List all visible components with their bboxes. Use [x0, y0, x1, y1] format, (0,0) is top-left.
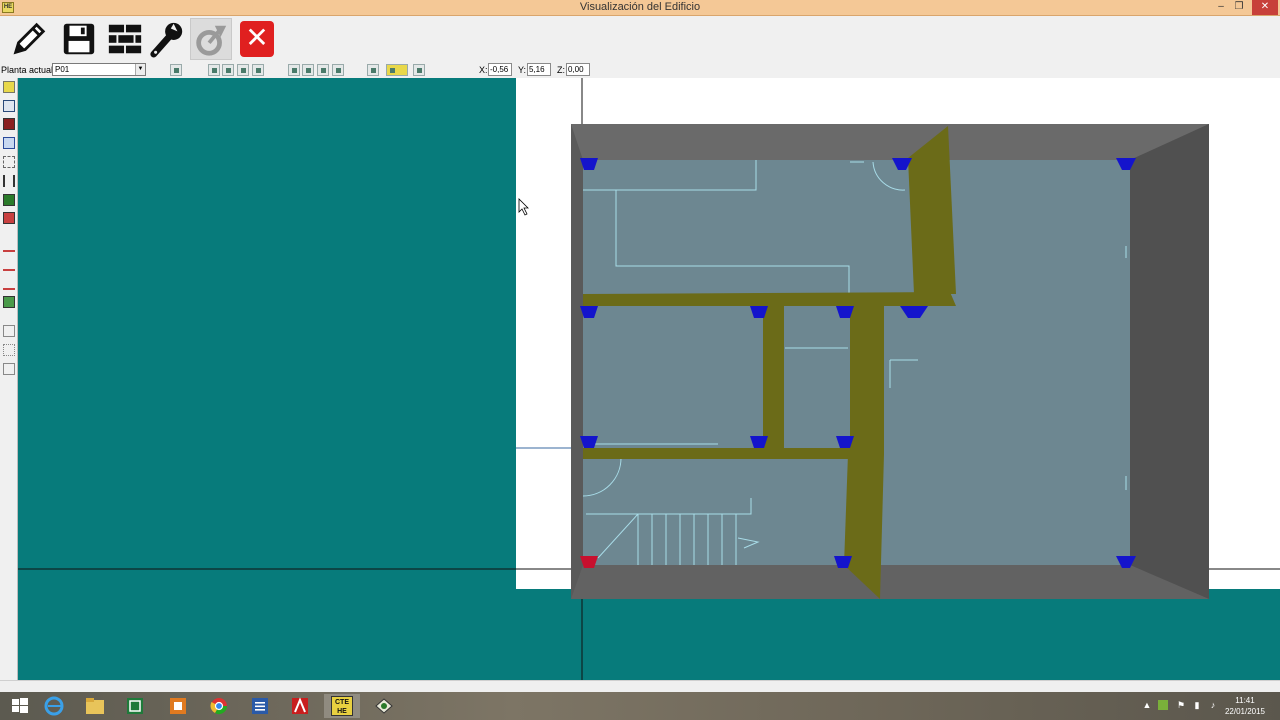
crosshair-icon[interactable]	[413, 64, 425, 76]
tray-volume-icon[interactable]: ♪	[1208, 700, 1218, 710]
tool-app-icon	[375, 698, 393, 714]
save-button[interactable]	[58, 18, 100, 60]
space-tool-icon[interactable]	[3, 212, 15, 224]
y-coord-label: Y:	[518, 65, 527, 75]
x-coord-label: X:	[479, 65, 488, 75]
walls-button[interactable]	[104, 18, 146, 60]
pan-hand-icon[interactable]	[208, 64, 220, 76]
taskbar-app-orange[interactable]	[160, 694, 196, 718]
taskbar-chrome[interactable]	[201, 694, 237, 718]
taskbar-autocad[interactable]	[282, 694, 318, 718]
tools-wrench-icon	[150, 22, 183, 58]
x-coord-field[interactable]: -0,56	[488, 63, 512, 76]
grid-toggle-icon[interactable]	[367, 64, 379, 76]
windows-logo-icon	[12, 698, 28, 713]
taskbar-excel[interactable]	[117, 694, 153, 718]
excel-icon	[127, 698, 143, 714]
internet-explorer-icon	[44, 696, 64, 716]
wall-bottom-face	[571, 565, 1209, 599]
status-bar	[0, 680, 1280, 692]
save-disk-icon	[63, 23, 95, 55]
floor-select[interactable]: P01 ▼	[52, 63, 146, 76]
paint-tool-icon[interactable]	[3, 296, 15, 308]
view-toolbar: Planta actual P01 ▼ X: -0,56 Y: 5,16 Z: …	[0, 62, 1280, 78]
taskbar-app-tool[interactable]	[366, 694, 402, 718]
column-tool-icon[interactable]	[3, 175, 15, 187]
building-viewport[interactable]	[18, 78, 1280, 680]
taskbar-ie[interactable]	[36, 694, 72, 718]
building-model-canvas[interactable]	[18, 78, 1280, 680]
tree-view-icon[interactable]	[170, 64, 182, 76]
os-taskbar: CTE HE ▲ ⚑ ▮ ♪ 11:41 22/01/2015	[0, 692, 1280, 720]
tools-button[interactable]	[146, 18, 188, 60]
chevron-down-icon[interactable]: ▼	[135, 64, 145, 75]
clock-date: 22/01/2015	[1224, 707, 1266, 716]
cte-he-icon: CTE HE	[331, 696, 353, 716]
roof-tool-icon[interactable]	[3, 194, 15, 206]
measure-ruler-icon[interactable]	[386, 64, 408, 76]
main-toolbar: ✕	[0, 16, 1280, 62]
restore-button[interactable]: ❐	[1230, 0, 1248, 15]
door-tool-icon[interactable]	[3, 118, 15, 130]
segment-tool-icon[interactable]	[3, 259, 15, 271]
window-tool-icon[interactable]	[3, 100, 15, 112]
edit-pencil-icon	[13, 22, 46, 55]
calculate-disabled-icon	[196, 25, 227, 56]
wand-tool-icon[interactable]	[3, 156, 15, 168]
y-coord-field[interactable]: 5,16	[527, 63, 551, 76]
select-icon[interactable]	[3, 81, 15, 93]
calculate-button[interactable]	[190, 18, 232, 60]
person-tool-icon[interactable]	[3, 325, 15, 337]
angle-tool-icon[interactable]	[3, 278, 15, 290]
window-title: Visualización del Edificio	[579, 1, 701, 13]
system-clock[interactable]: 11:41 22/01/2015	[1218, 695, 1272, 717]
zoom-window-icon[interactable]	[237, 64, 249, 76]
partition-vertical-left[interactable]	[763, 300, 784, 454]
taskbar-explorer[interactable]	[77, 694, 113, 718]
view-front-icon[interactable]	[288, 64, 300, 76]
tray-battery-icon[interactable]	[1158, 700, 1168, 710]
chrome-icon	[210, 698, 228, 715]
partition-vertical-mid[interactable]	[850, 294, 884, 454]
rotate-tool-icon[interactable]	[3, 344, 15, 356]
taskbar-word[interactable]	[242, 694, 278, 718]
view-top-icon[interactable]	[302, 64, 314, 76]
walls-brick-icon	[108, 24, 142, 54]
word-icon	[252, 698, 268, 714]
zoom-out-icon[interactable]	[252, 64, 264, 76]
wall-top-face	[571, 124, 1209, 160]
view-side-icon[interactable]	[317, 64, 329, 76]
side-toolbar	[0, 78, 18, 680]
taskbar-cte-he[interactable]: CTE HE	[324, 694, 360, 718]
zoom-in-icon[interactable]	[222, 64, 234, 76]
orange-app-icon	[170, 698, 186, 714]
mirror-tool-icon[interactable]	[3, 363, 15, 375]
wall-right-face	[1130, 124, 1209, 599]
tray-network-icon[interactable]: ▮	[1192, 700, 1202, 710]
minimize-button[interactable]: –	[1212, 0, 1230, 15]
start-button[interactable]	[2, 694, 38, 718]
camera-icon[interactable]	[332, 64, 344, 76]
grid-tool-icon[interactable]	[3, 137, 15, 149]
partition-horizontal-lower[interactable]	[583, 448, 883, 459]
tray-flag-icon[interactable]: ⚑	[1176, 700, 1186, 710]
title-bar: HE Visualización del Edificio – ❐ ✕	[0, 0, 1280, 16]
folder-icon	[86, 698, 104, 714]
z-coord-label: Z:	[557, 65, 565, 75]
z-coord-field[interactable]: 0,00	[566, 63, 590, 76]
edit-button[interactable]	[8, 18, 50, 60]
close-window-button[interactable]: ✕	[1252, 0, 1278, 15]
line-tool-icon[interactable]	[3, 240, 15, 252]
floor-label: Planta actual	[1, 65, 54, 75]
floor-select-value: P01	[55, 65, 70, 74]
tray-chevron-icon[interactable]: ▲	[1142, 700, 1152, 710]
close-view-button[interactable]: ✕	[236, 18, 278, 60]
close-view-icon: ✕	[240, 21, 274, 57]
clock-time: 11:41	[1235, 696, 1255, 705]
autocad-icon	[292, 697, 308, 714]
